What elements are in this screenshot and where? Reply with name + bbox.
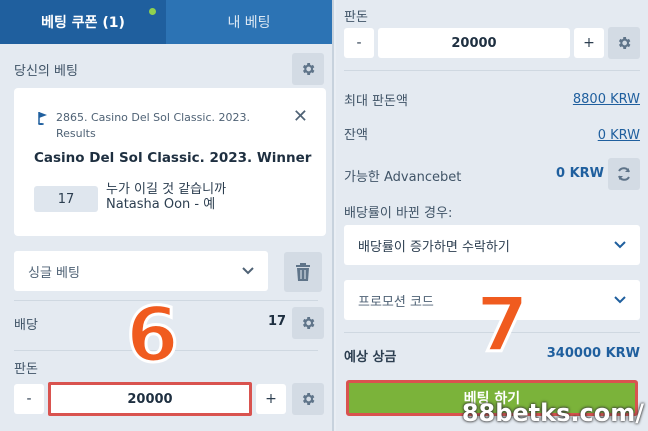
selection-question: 누가 이길 것 같습니까 [106,182,227,197]
max-stake-link[interactable]: 8800 KRW [573,92,640,107]
potential-win-label: 예상 상금 [344,350,397,365]
selection-odds: 17 [34,186,98,212]
tab-bet-coupon-label: 베팅 쿠폰 (1) [41,15,125,31]
gear-icon [302,63,315,75]
bet-details-panel: 판돈 - 20000 + 최대 판돈액 8800 KRW 잔액 0 KRW 가능… [336,0,648,431]
event-name: 2865. Casino Del Sol Classic. 2023. Resu… [56,111,250,140]
remove-bet-icon[interactable]: ✕ [293,106,308,127]
stake-label: 판돈 [344,10,368,25]
bet-slip-tabs: 베팅 쿠폰 (1) 내 베팅 [0,0,332,44]
tab-my-bets-label: 내 베팅 [227,15,271,31]
potential-win-value: 340000 KRW [546,346,640,361]
selection-details: 누가 이길 것 같습니까 Natasha Oon - 예 [106,182,226,212]
gear-icon [302,317,315,329]
balance-link[interactable]: 0 KRW [598,128,640,143]
advancebet-label: 가능한 Advancebet [344,170,462,185]
advancebet-value: 0 KRW [556,166,604,181]
stake-plus-button[interactable]: + [256,384,286,414]
selection-name: Natasha Oon - 예 [106,197,216,212]
tab-my-bets[interactable]: 내 베팅 [166,0,332,44]
step-annotation: 6 [125,289,181,381]
odds-change-value: 배당률이 증가하면 수락하기 [358,239,510,255]
stake-input-highlight [48,382,252,416]
stake-input[interactable]: 20000 [378,28,570,58]
odds-settings-button[interactable] [292,307,324,339]
max-stake-label: 최대 판돈액 [344,94,408,109]
trash-icon [296,263,310,281]
stake-stepper: - 20000 + [344,28,604,58]
divider [344,70,640,71]
bet-card: 2865. Casino Del Sol Classic. 2023. Resu… [14,88,326,236]
tab-bet-coupon[interactable]: 베팅 쿠폰 (1) [0,0,166,44]
chevron-down-icon [614,296,626,304]
watermark: 88betks.com/ [461,399,644,427]
gear-icon [302,393,315,405]
total-odds: 17 [268,314,287,329]
odds-label: 배당 [14,318,38,333]
refresh-button[interactable] [608,158,640,190]
delete-button[interactable] [284,252,322,292]
stake-label: 판돈 [14,362,38,377]
stake-minus-button[interactable]: - [344,28,374,58]
your-bets-label: 당신의 베팅 [14,64,78,79]
step-annotation: 7 [475,279,531,371]
stake-settings-button[interactable] [292,383,324,415]
bet-type-value: 싱글 베팅 [28,265,80,281]
stake-plus-button[interactable]: + [574,28,604,58]
promo-code-placeholder: 프로모션 코드 [358,294,434,310]
market-title: Casino Del Sol Classic. 2023. Winner [34,150,312,166]
odds-change-label: 배당률이 바뀐 경우: [344,206,453,221]
stake-settings-button[interactable] [608,27,640,59]
balance-label: 잔액 [344,128,368,143]
stake-minus-button[interactable]: - [14,384,44,414]
odds-change-select[interactable]: 배당률이 증가하면 수락하기 [344,225,640,265]
notification-dot [149,8,156,15]
bet-type-select[interactable]: 싱글 베팅 [14,251,268,291]
settings-button[interactable] [292,53,324,85]
refresh-icon [618,167,630,181]
chevron-down-icon [614,241,626,249]
gear-icon [618,37,631,49]
chevron-down-icon [242,267,254,275]
bet-slip-panel: 베팅 쿠폰 (1) 내 베팅 당신의 베팅 2865. Casino Del S… [0,0,334,431]
